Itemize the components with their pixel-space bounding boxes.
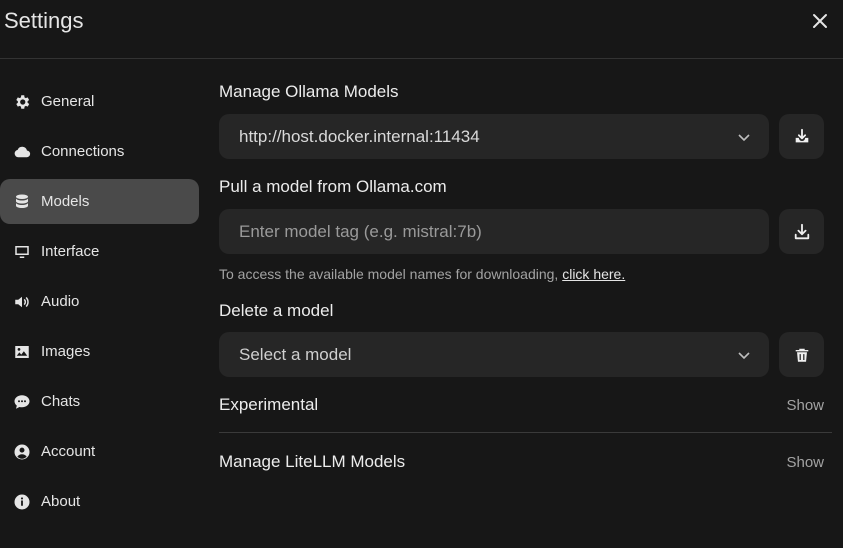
close-icon xyxy=(813,14,827,28)
cloud-icon xyxy=(12,142,31,161)
image-icon xyxy=(12,342,31,361)
settings-sidebar: General Connections Models Interface Aud… xyxy=(0,79,199,529)
sidebar-item-chats[interactable]: Chats xyxy=(0,379,199,424)
models-panel: Manage Ollama Models http://host.docker.… xyxy=(219,79,832,475)
ollama-server-value: http://host.docker.internal:11434 xyxy=(239,126,480,146)
sidebar-item-label: Connections xyxy=(41,143,125,160)
speaker-icon xyxy=(12,292,31,311)
download-tray-icon xyxy=(795,128,808,142)
section-divider xyxy=(219,432,832,433)
pull-model-title: Pull a model from Ollama.com xyxy=(219,177,447,196)
click-here-link[interactable]: click here. xyxy=(562,266,625,282)
sidebar-item-general[interactable]: General xyxy=(0,79,199,124)
sidebar-item-label: Interface xyxy=(41,243,100,260)
delete-model-title: Delete a model xyxy=(219,301,334,320)
delete-model-select[interactable]: Select a model xyxy=(219,332,769,377)
sidebar-item-label: Audio xyxy=(41,293,80,310)
sidebar-item-label: General xyxy=(41,93,95,110)
chat-bubble-icon xyxy=(12,392,31,411)
sidebar-item-label: Models xyxy=(41,193,90,210)
model-names-hint: To access the available model names for … xyxy=(219,266,832,284)
experimental-title: Experimental xyxy=(219,395,319,414)
info-icon xyxy=(12,492,31,511)
monitor-icon xyxy=(12,242,31,261)
litellm-section: Manage LiteLLM Models Show xyxy=(219,449,832,475)
experimental-show-toggle[interactable]: Show xyxy=(786,397,832,414)
trash-icon xyxy=(795,348,808,362)
model-tag-input[interactable] xyxy=(239,221,751,242)
delete-model-button[interactable] xyxy=(779,332,824,377)
sidebar-item-label: Account xyxy=(41,443,96,460)
experimental-section: Experimental Show xyxy=(219,392,832,418)
sidebar-item-audio[interactable]: Audio xyxy=(0,279,199,324)
database-icon xyxy=(12,192,31,211)
user-circle-icon xyxy=(12,442,31,461)
sidebar-item-connections[interactable]: Connections xyxy=(0,129,199,174)
download-icon xyxy=(794,223,809,239)
sidebar-item-account[interactable]: Account xyxy=(0,429,199,474)
chevron-down-icon xyxy=(738,351,750,359)
sidebar-item-models[interactable]: Models xyxy=(0,179,199,224)
update-models-button[interactable] xyxy=(779,114,824,159)
gear-icon xyxy=(12,92,31,111)
litellm-show-toggle[interactable]: Show xyxy=(786,454,832,471)
sidebar-item-label: About xyxy=(41,493,81,510)
pull-model-button[interactable] xyxy=(779,209,824,254)
sidebar-item-interface[interactable]: Interface xyxy=(0,229,199,274)
settings-header: Settings xyxy=(0,0,843,59)
litellm-title: Manage LiteLLM Models xyxy=(219,452,406,471)
sidebar-item-images[interactable]: Images xyxy=(0,329,199,374)
model-tag-field[interactable] xyxy=(219,209,769,254)
ollama-server-select[interactable]: http://host.docker.internal:11434 xyxy=(219,114,769,159)
manage-ollama-title: Manage Ollama Models xyxy=(219,82,399,101)
delete-model-placeholder: Select a model xyxy=(239,344,352,364)
hint-text: To access the available model names for … xyxy=(219,266,559,282)
sidebar-item-label: Chats xyxy=(41,393,81,410)
sidebar-item-label: Images xyxy=(41,343,91,360)
sidebar-item-about[interactable]: About xyxy=(0,479,199,524)
chevron-down-icon xyxy=(738,133,750,141)
settings-title: Settings xyxy=(4,8,84,33)
close-button[interactable] xyxy=(809,10,831,32)
